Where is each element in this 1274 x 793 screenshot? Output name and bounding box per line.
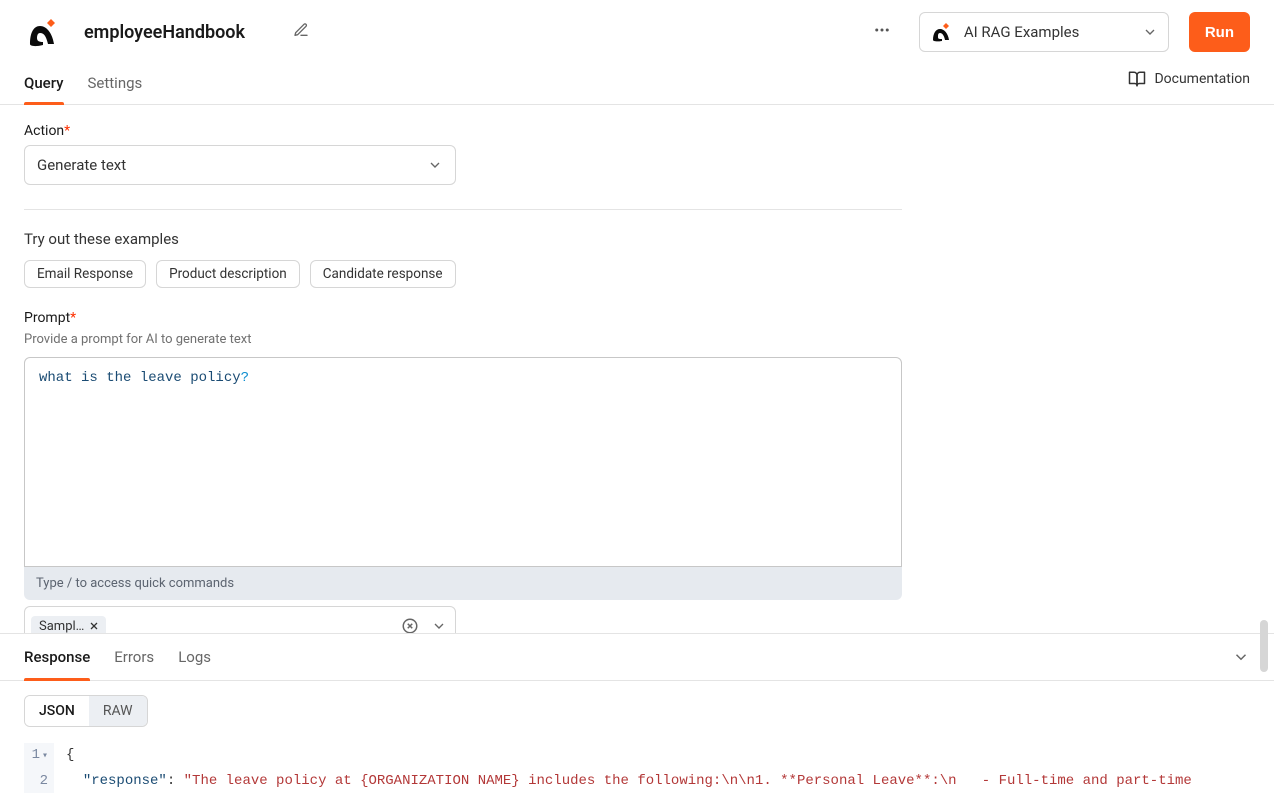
source-chip-label: Sampl… [39,619,84,634]
bottom-tab-response[interactable]: Response [24,634,90,680]
divider [24,209,902,210]
more-icon[interactable] [873,21,891,43]
chevron-down-icon [427,157,443,173]
action-select[interactable]: Generate text [24,145,456,185]
response-code[interactable]: 1▾ { 2 "response": "The leave policy at … [24,743,1250,793]
toggle-json[interactable]: JSON [25,696,89,726]
close-icon[interactable] [88,620,100,632]
book-icon [1128,70,1146,88]
scrollbar-thumb[interactable] [1260,620,1268,672]
chevron-down-icon [431,618,447,634]
prompt-label: Prompt* [24,310,1250,326]
run-button[interactable]: Run [1189,12,1250,52]
bottom-tab-errors[interactable]: Errors [114,634,154,680]
examples-heading: Try out these examples [24,230,1250,248]
tab-settings[interactable]: Settings [88,64,143,104]
toggle-raw[interactable]: RAW [89,696,147,726]
prompt-input[interactable]: what is the leave policy? [24,357,902,567]
collapse-icon[interactable] [1232,648,1250,666]
response-format-toggle[interactable]: JSON RAW [24,695,148,727]
prompt-helper: Provide a prompt for AI to generate text [24,332,1250,347]
example-chip-product[interactable]: Product description [156,260,300,288]
tab-query[interactable]: Query [24,64,64,104]
edit-icon[interactable] [293,22,309,42]
page-title: employeeHandbook [84,22,245,43]
example-chip-email[interactable]: Email Response [24,260,146,288]
action-value: Generate text [37,156,126,174]
workspace-select[interactable]: AI RAG Examples [919,12,1169,52]
documentation-link[interactable]: Documentation [1128,70,1250,98]
workspace-logo-icon [930,21,952,43]
example-chip-candidate[interactable]: Candidate response [310,260,456,288]
workspace-name: AI RAG Examples [964,23,1130,41]
prompt-hint: Type / to access quick commands [24,567,902,600]
bottom-tab-logs[interactable]: Logs [178,634,211,680]
app-logo [24,14,60,50]
action-label: Action* [24,123,1250,139]
documentation-label: Documentation [1154,71,1250,87]
chevron-down-icon [1142,24,1158,40]
